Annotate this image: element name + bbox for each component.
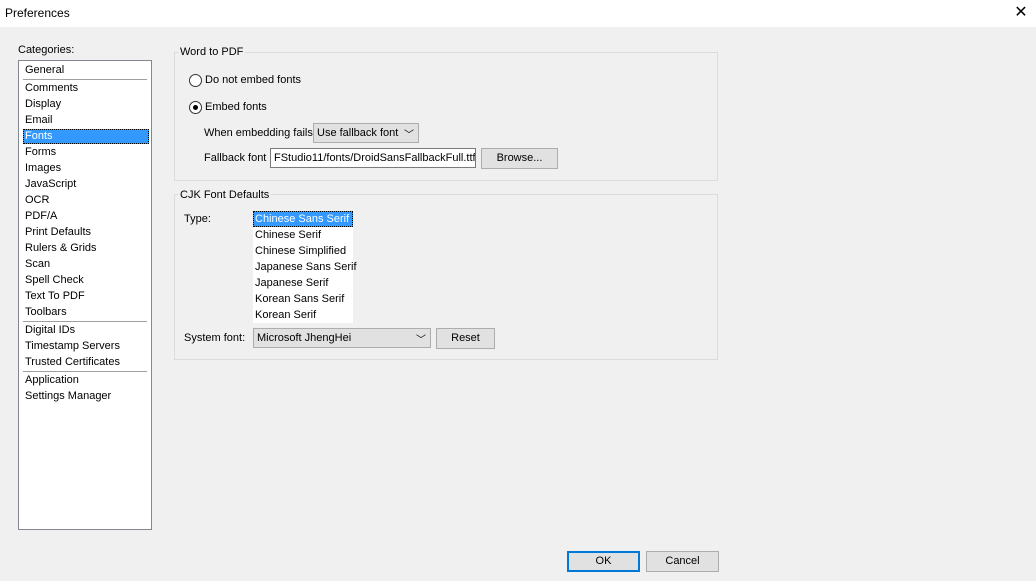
category-text-to-pdf[interactable]: Text To PDF — [23, 289, 149, 304]
title-bar: Preferences ✕ — [0, 0, 1036, 27]
categories-label: Categories: — [18, 44, 75, 56]
category-separator — [23, 321, 147, 322]
font-type-item[interactable]: Chinese Sans Serif — [253, 211, 353, 227]
category-toolbars[interactable]: Toolbars — [23, 305, 149, 320]
font-type-item[interactable]: Korean Sans Serif — [253, 291, 353, 307]
category-digital-ids[interactable]: Digital IDs — [23, 323, 149, 338]
category-email[interactable]: Email — [23, 113, 149, 128]
fallback-font-field[interactable]: FStudio11/fonts/DroidSansFallbackFull.tt… — [270, 148, 476, 168]
chevron-down-icon: ﹀ — [404, 130, 414, 141]
category-separator — [23, 371, 147, 372]
category-settings-manager[interactable]: Settings Manager — [23, 389, 149, 404]
system-font-label: System font: — [184, 332, 246, 344]
font-type-list[interactable]: Chinese Sans Serif Chinese Serif Chinese… — [253, 211, 357, 323]
do-not-embed-radio[interactable] — [189, 74, 202, 87]
do-not-embed-label[interactable]: Do not embed fonts — [205, 74, 301, 86]
category-javascript[interactable]: JavaScript — [23, 177, 149, 192]
type-label: Type: — [184, 213, 211, 225]
ok-button[interactable]: OK — [567, 551, 640, 572]
font-type-item[interactable]: Japanese Sans Serif — [253, 259, 357, 275]
word-to-pdf-title: Word to PDF — [178, 46, 246, 58]
category-general[interactable]: General — [23, 63, 149, 78]
category-pdfa[interactable]: PDF/A — [23, 209, 149, 224]
system-font-select[interactable]: Microsoft JhengHei ﹀ — [253, 328, 431, 348]
category-scan[interactable]: Scan — [23, 257, 149, 272]
category-fonts[interactable]: Fonts — [23, 129, 149, 144]
category-spell-check[interactable]: Spell Check — [23, 273, 149, 288]
system-font-value: Microsoft JhengHei — [257, 332, 352, 344]
category-forms[interactable]: Forms — [23, 145, 149, 160]
category-trusted-certificates[interactable]: Trusted Certificates — [23, 355, 149, 370]
browse-button[interactable]: Browse... — [481, 148, 558, 169]
embed-fonts-label[interactable]: Embed fonts — [205, 101, 267, 113]
category-display[interactable]: Display — [23, 97, 149, 112]
font-type-item[interactable]: Chinese Simplified — [253, 243, 353, 259]
embed-fonts-radio[interactable] — [189, 101, 202, 114]
fallback-font-label: Fallback font — [204, 152, 267, 164]
reset-button[interactable]: Reset — [436, 328, 495, 349]
chevron-down-icon: ﹀ — [416, 335, 426, 346]
close-icon[interactable]: ✕ — [1006, 0, 1036, 27]
when-embedding-fails-select[interactable]: Use fallback font ﹀ — [313, 123, 419, 143]
category-rulers-grids[interactable]: Rulers & Grids — [23, 241, 149, 256]
category-ocr[interactable]: OCR — [23, 193, 149, 208]
fallback-font-value: FStudio11/fonts/DroidSansFallbackFull.tt… — [274, 152, 476, 164]
cancel-button[interactable]: Cancel — [646, 551, 719, 572]
category-print-defaults[interactable]: Print Defaults — [23, 225, 149, 240]
when-embedding-fails-label: When embedding fails — [204, 127, 313, 139]
category-comments[interactable]: Comments — [23, 81, 149, 96]
window-title: Preferences — [5, 6, 70, 20]
font-type-item[interactable]: Japanese Serif — [253, 275, 353, 291]
category-separator — [23, 79, 147, 80]
when-embedding-fails-value: Use fallback font — [317, 127, 399, 139]
categories-list[interactable]: General Comments Display Email Fonts For… — [18, 60, 152, 530]
cjk-font-defaults-title: CJK Font Defaults — [178, 189, 272, 201]
category-application[interactable]: Application — [23, 373, 149, 388]
category-images[interactable]: Images — [23, 161, 149, 176]
font-type-item[interactable]: Korean Serif — [253, 307, 353, 323]
font-type-item[interactable]: Chinese Serif — [253, 227, 353, 243]
category-timestamp-servers[interactable]: Timestamp Servers — [23, 339, 149, 354]
